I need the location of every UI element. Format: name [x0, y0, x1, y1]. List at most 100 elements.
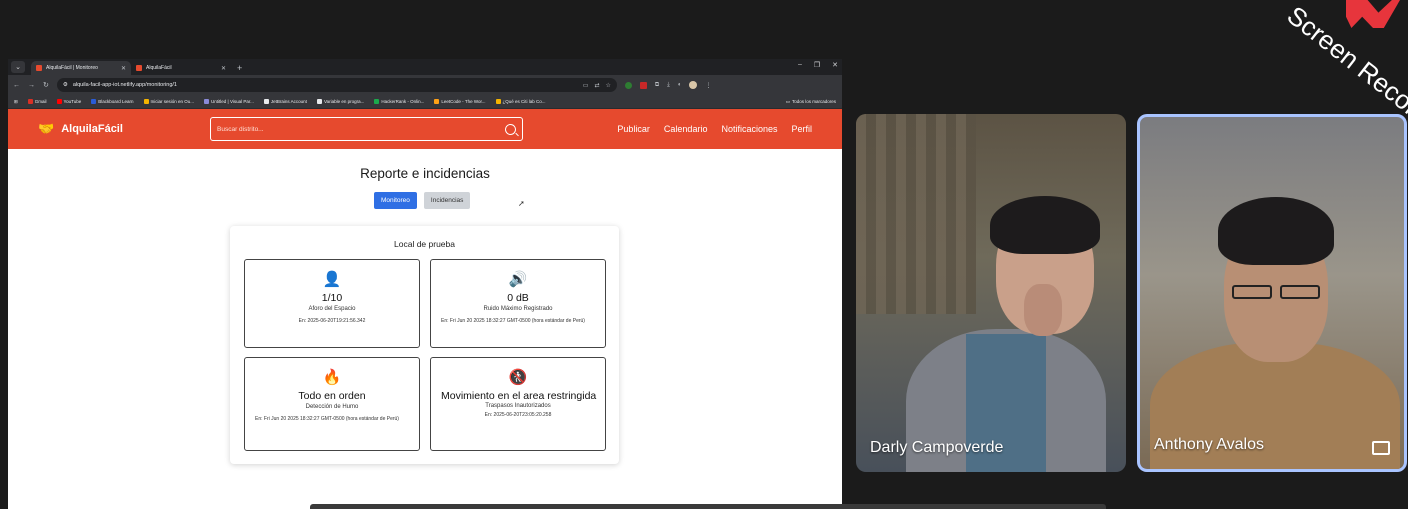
bookmark-item[interactable]: LeetCode - The Wor... — [434, 99, 486, 104]
bookmark-favicon-icon — [434, 99, 440, 104]
tile-label: Traspasos Inautorizados — [485, 403, 551, 409]
district-search-input[interactable]: Buscar distrito... — [210, 117, 523, 141]
incidents-button[interactable]: Incidencias — [423, 192, 471, 209]
new-tab-icon[interactable]: + — [237, 63, 242, 73]
tile-value: Todo en orden — [298, 390, 366, 402]
bookmark-item[interactable]: Untitled | Visual Par... — [204, 99, 254, 104]
minimize-icon[interactable]: – — [798, 61, 802, 69]
bookmark-favicon-icon — [263, 99, 269, 104]
page-content: Reporte e incidencias Monitoreo Incidenc… — [8, 149, 842, 464]
tile-label: Detección de Humo — [305, 404, 359, 410]
favicon-icon — [36, 65, 42, 71]
noise-tile: 🔊 0 dB Ruido Máximo Registrado En: Fri J… — [430, 259, 606, 348]
bookmark-favicon-icon — [316, 99, 322, 104]
bookmark-item[interactable]: Blackboard Learn — [91, 99, 134, 104]
all-bookmarks-folder[interactable]: ▭ Todos los marcadores — [786, 99, 836, 105]
bookmark-label: LeetCode - The Wor... — [441, 99, 486, 104]
person-icon: 👤 — [322, 271, 342, 288]
site-info-icon[interactable]: ⚙ — [63, 82, 68, 88]
tile-value: 1/10 — [321, 292, 343, 304]
folder-icon: ▭ — [785, 98, 790, 104]
close-tab-icon[interactable]: ✕ — [221, 65, 226, 72]
bookmark-star-icon[interactable]: ☆ — [605, 82, 610, 89]
bookmark-favicon-icon — [56, 99, 62, 104]
top-menu: Publicar Calendario Notificaciones Perfi… — [617, 124, 812, 134]
browser-toolbar: ← → ↻ ⚙ alquila-facil-app-iot.netlify.ap… — [8, 75, 842, 95]
tile-timestamp: En: 2025-06-20T23:05:20.258 — [484, 412, 552, 418]
location-card: Local de prueba 👤 1/10 Aforo del Espacio… — [230, 226, 619, 464]
close-tab-icon[interactable]: ✕ — [121, 65, 126, 72]
expand-icon[interactable] — [1372, 441, 1390, 455]
bookmarks-bar: ⊞ Gmail YouTube Blackboard Learn Iniciar se… — [8, 95, 842, 109]
smoke-tile: 🔥 Todo en orden Detección de Humo En: Fr… — [244, 357, 420, 451]
back-icon[interactable]: ← — [13, 82, 20, 89]
participant-video-1[interactable]: Darly Campoverde — [856, 114, 1126, 472]
bookmark-label: Variable en progra... — [323, 99, 365, 104]
toolbar-extensions: ⧉ ⤓ ◐ ⋮ — [624, 81, 711, 89]
card-title: Local de prueba — [394, 239, 455, 249]
menu-perfil[interactable]: Perfil — [791, 124, 812, 134]
close-window-icon[interactable]: ✕ — [832, 61, 838, 69]
tab-alquilafacil[interactable]: AlquilaFácil ✕ — [131, 61, 231, 75]
participant-video-2[interactable]: Anthony Avalos — [1137, 114, 1407, 472]
bookmark-favicon-icon — [27, 99, 33, 104]
brand-logo[interactable]: 🤝 AlquilaFácil — [38, 121, 210, 137]
occupancy-tile: 👤 1/10 Aforo del Espacio En: 2025-06-20T… — [244, 259, 420, 348]
tile-value: 0 dB — [507, 292, 529, 304]
more-menu-icon[interactable]: ⋮ — [705, 82, 711, 89]
bookmark-item[interactable]: YouTube — [56, 99, 81, 104]
tab-search-icon[interactable]: ⌄ — [11, 61, 25, 73]
view-toggle: Monitoreo Incidencias — [374, 192, 471, 209]
tab-title: AlquilaFácil | Monitoreo — [46, 65, 98, 71]
address-bar[interactable]: ⚙ alquila-facil-app-iot.netlify.app/moni… — [56, 78, 617, 92]
menu-notificaciones[interactable]: Notificaciones — [721, 124, 777, 134]
extensions-icon[interactable]: ⧉ — [655, 82, 659, 89]
extension-red-icon[interactable] — [639, 81, 647, 89]
speaker-icon: 🔊 — [508, 271, 528, 288]
tab-monitoreo[interactable]: AlquilaFácil | Monitoreo ✕ — [31, 61, 131, 75]
bookmark-label: Gmail — [34, 99, 47, 104]
forward-icon[interactable]: → — [28, 82, 35, 89]
screen: ⌄ AlquilaFácil | Monitoreo ✕ AlquilaFáci… — [0, 0, 1408, 509]
reload-icon[interactable]: ↻ — [43, 81, 49, 89]
tile-label: Ruido Máximo Registrado — [483, 306, 553, 312]
tab-title: AlquilaFácil — [146, 65, 172, 71]
glasses-right — [1280, 285, 1320, 299]
download-icon[interactable]: ⤓ — [667, 82, 670, 89]
page-title: Reporte e incidencias — [360, 166, 490, 181]
bookmark-label: JetBrains Account — [270, 99, 307, 104]
bookmark-label: Untitled | Visual Par... — [211, 99, 254, 104]
participant-name: Anthony Avalos — [1154, 436, 1265, 453]
restore-icon[interactable]: ❐ — [814, 61, 820, 69]
monitoring-button[interactable]: Monitoreo — [374, 192, 417, 209]
bookmark-item[interactable]: ¿Qué es Citi lab Co... — [495, 99, 546, 104]
window-controls: – ❐ ✕ — [798, 61, 838, 69]
bookmark-item[interactable]: Iniciar sesión en Ou... — [143, 99, 194, 104]
profile-icon[interactable]: ◐ — [678, 82, 682, 88]
menu-publicar[interactable]: Publicar — [617, 124, 650, 134]
bookmark-label: Blackboard Learn — [98, 99, 134, 104]
bookmark-item[interactable]: JetBrains Account — [263, 99, 307, 104]
apps-grid-icon[interactable]: ⊞ — [14, 99, 18, 105]
translate-icon[interactable]: ⇄ — [594, 82, 599, 89]
background-curtain — [856, 114, 976, 314]
menu-calendario[interactable]: Calendario — [664, 124, 708, 134]
avatar[interactable] — [689, 81, 698, 89]
bookmark-label: ¿Qué es Citi lab Co... — [502, 99, 546, 104]
glasses-left — [1232, 285, 1272, 299]
bookmark-item[interactable]: Variable en progra... — [316, 99, 365, 104]
recorder-logo-icon — [1346, 0, 1400, 28]
search-icon[interactable] — [505, 123, 516, 135]
tile-value: Movimiento en el area restringida — [441, 390, 597, 402]
bookmark-item[interactable]: Gmail — [27, 99, 47, 104]
extension-shield-icon[interactable] — [624, 81, 632, 89]
brand-name: AlquilaFácil — [61, 123, 123, 135]
participant-name: Darly Campoverde — [870, 439, 1004, 456]
bookmark-item[interactable]: HackerRank - Onlin... — [374, 99, 424, 104]
bookmark-label: HackerRank - Onlin... — [381, 99, 425, 104]
bookmark-favicon-icon — [143, 99, 149, 104]
cast-icon[interactable]: ▭ — [583, 82, 589, 89]
bookmark-favicon-icon — [91, 99, 97, 104]
person-hand — [1024, 284, 1062, 336]
bottom-panel-edge — [310, 504, 1106, 509]
